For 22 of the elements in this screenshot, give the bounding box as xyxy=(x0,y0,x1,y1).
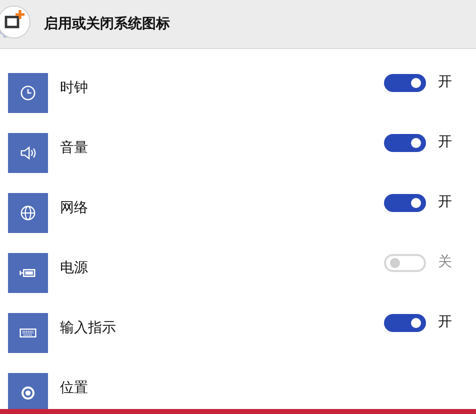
clock-icon xyxy=(8,73,48,113)
toggle-state: 关 xyxy=(438,253,453,271)
item-label: 音量 xyxy=(60,139,89,157)
toggle-switch[interactable] xyxy=(384,134,426,152)
item-label: 电源 xyxy=(60,259,89,277)
speaker-icon xyxy=(8,133,48,173)
keyboard-icon xyxy=(8,313,48,353)
item-label: 网络 xyxy=(60,199,89,217)
toggle-switch[interactable] xyxy=(384,74,426,92)
toggle-state: 开 xyxy=(438,73,453,91)
toggle-state: 开 xyxy=(438,313,453,331)
toggle-state: 开 xyxy=(438,133,453,151)
toggle-switch[interactable] xyxy=(384,194,426,212)
toggle-state: 开 xyxy=(438,193,453,211)
battery-icon xyxy=(8,253,48,293)
page-title: 启用或关闭系统图标 xyxy=(44,15,170,33)
globe-icon xyxy=(8,193,48,233)
toggle-switch[interactable] xyxy=(384,314,426,332)
item-label: 时钟 xyxy=(60,79,89,97)
item-label: 位置 xyxy=(60,379,89,397)
item-label: 输入指示 xyxy=(60,319,117,337)
toggle-switch[interactable] xyxy=(384,254,426,272)
